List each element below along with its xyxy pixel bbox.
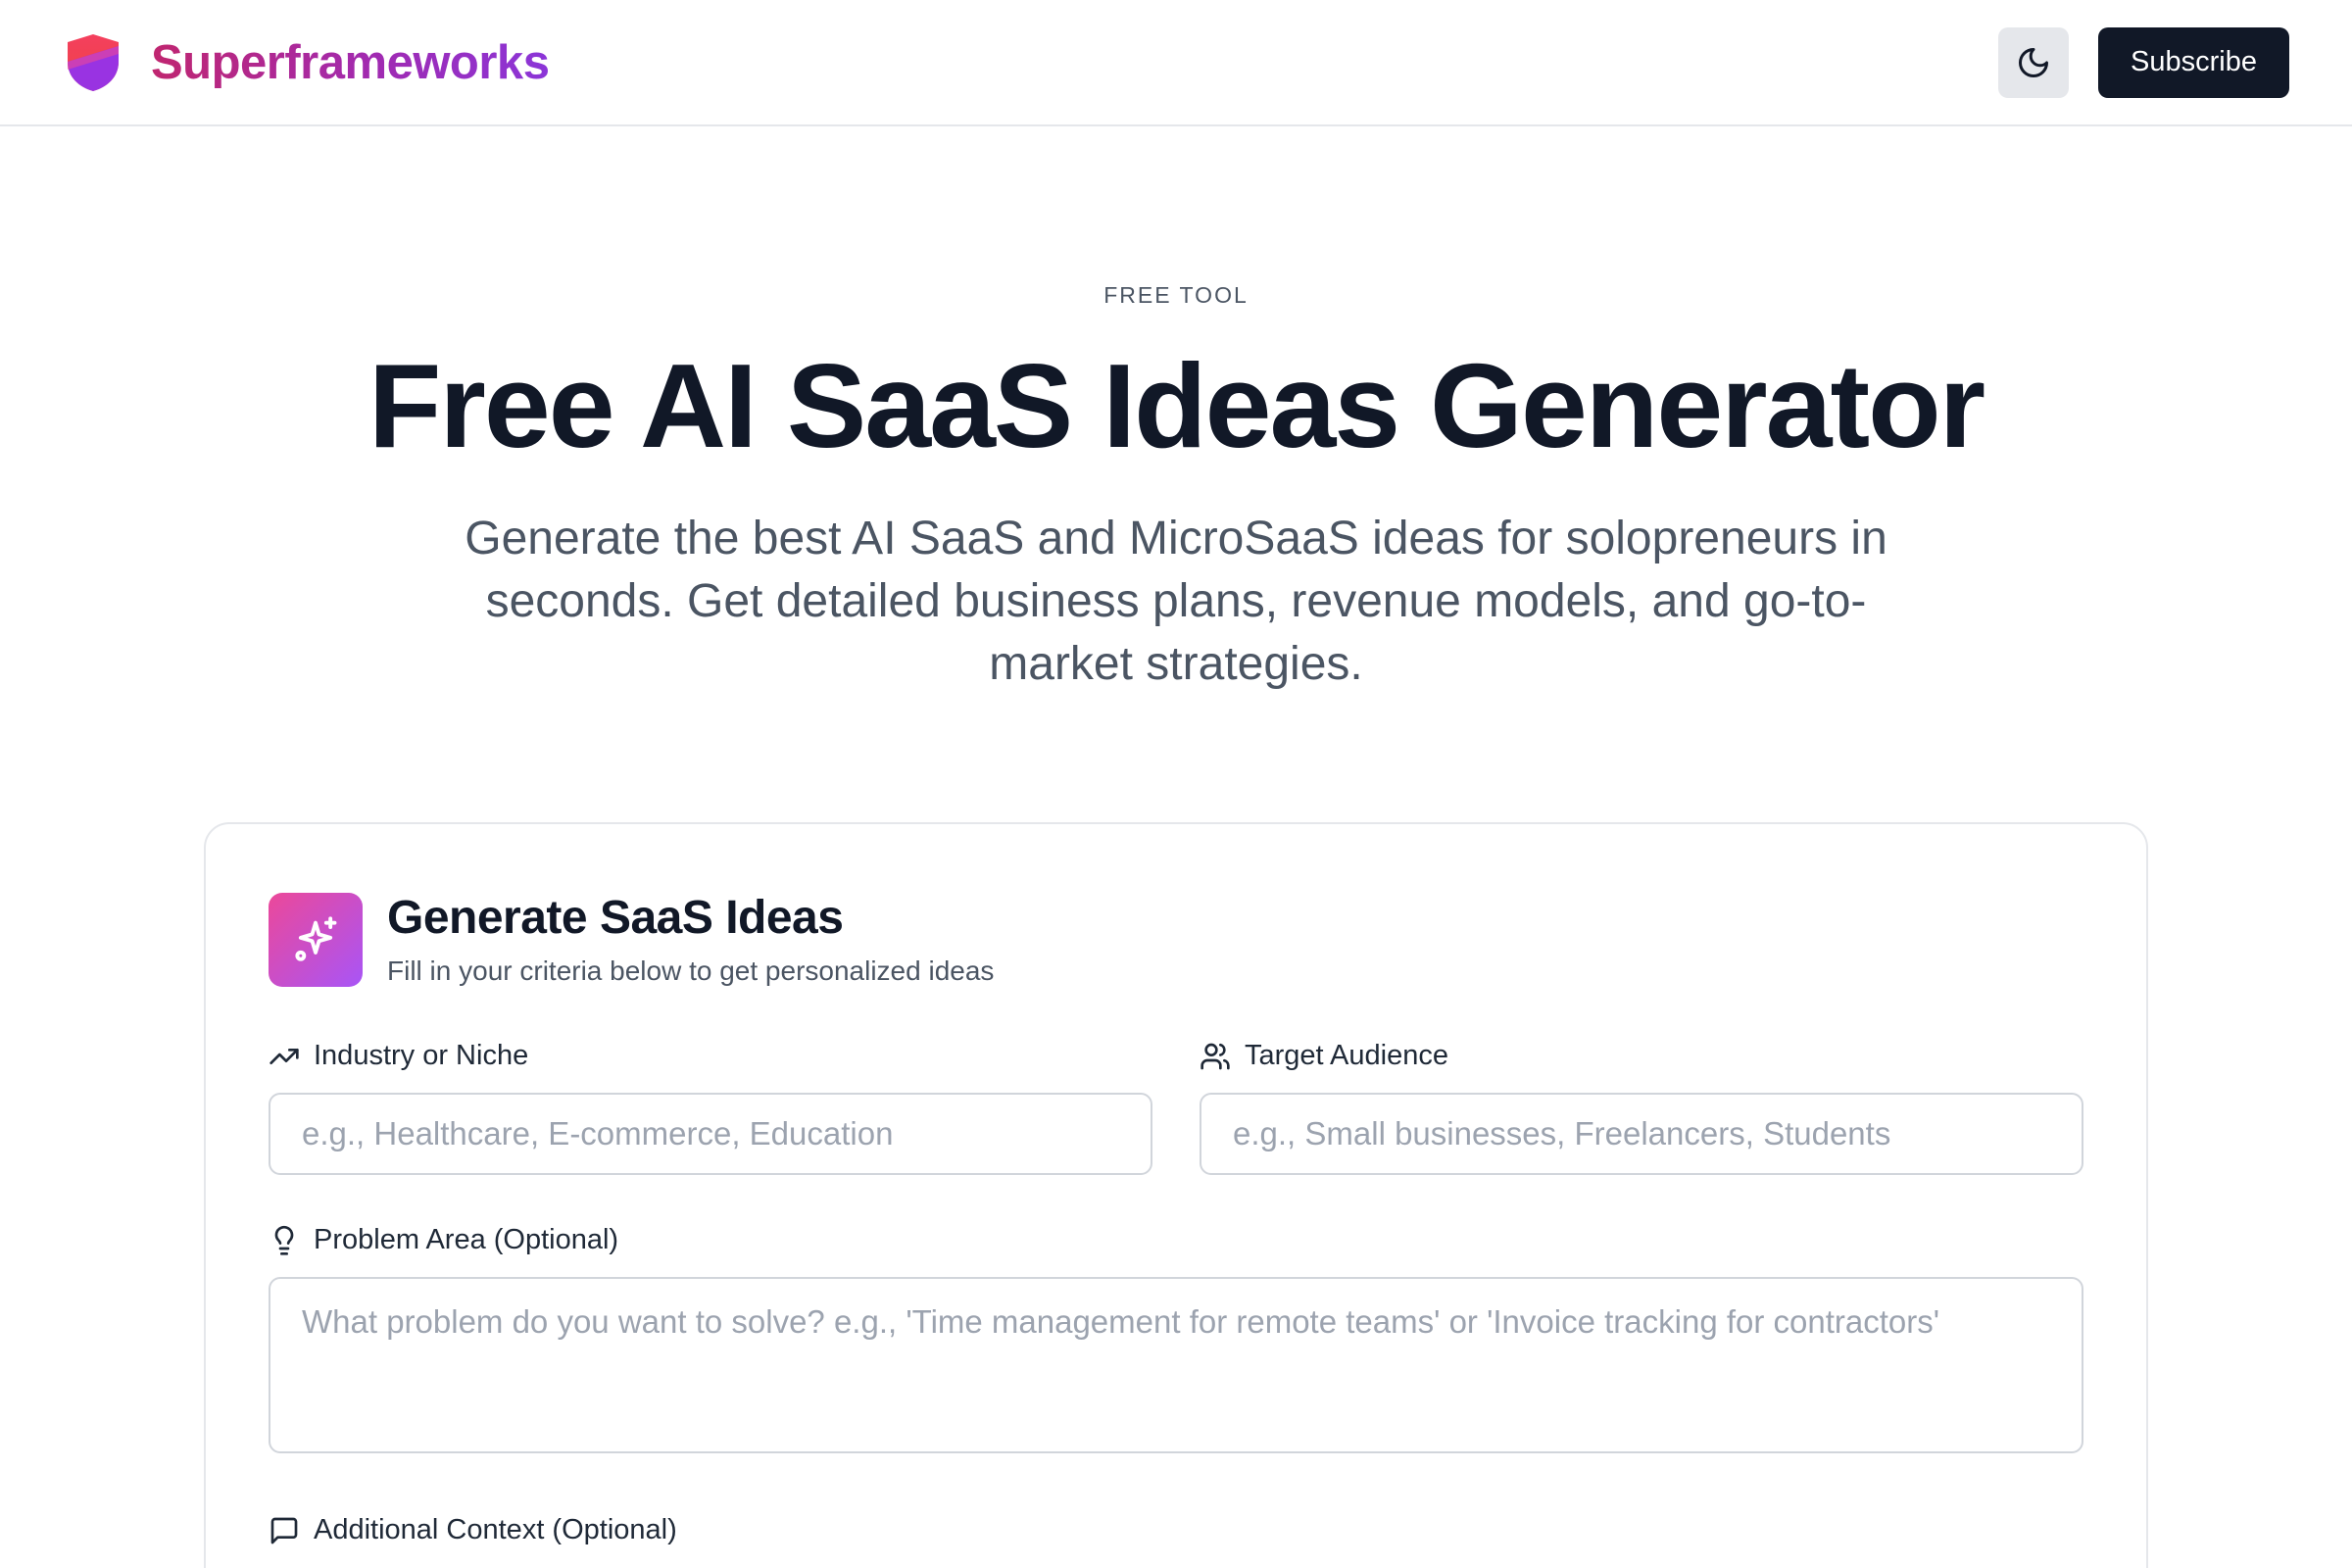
card-icon-badge [269,893,363,987]
users-icon [1200,1043,1230,1069]
audience-label-text: Target Audience [1245,1040,1448,1071]
message-square-icon [270,1517,298,1544]
header-actions: Subscribe [1998,26,2289,98]
moon-icon [2019,47,2049,77]
problem-label: Problem Area (Optional) [269,1224,618,1256]
sparkles-icon [295,916,337,961]
shield-logo-icon [68,33,119,91]
lightbulb-icon [274,1225,294,1255]
trending-up-icon [270,1048,299,1064]
eyebrow-label: FREE TOOL [1103,282,1249,308]
generator-form-card: Generate SaaS Ideas Fill in your criteri… [204,822,2148,1568]
card-title: Generate SaaS Ideas [387,892,844,944]
theme-toggle-button[interactable] [1998,26,2070,98]
brand-link[interactable]: Superframeworks [65,32,550,93]
page-subtitle: Generate the best AI SaaS and MicroSaaS … [465,513,1887,690]
top-navbar: Superframeworks Subscribe [0,0,2352,126]
audience-input[interactable] [1200,1093,2083,1175]
problem-textarea[interactable] [269,1277,2083,1453]
context-label-text: Additional Context (Optional) [314,1514,677,1545]
context-label: Additional Context (Optional) [269,1514,677,1546]
industry-label-text: Industry or Niche [314,1040,529,1071]
industry-label: Industry or Niche [269,1040,528,1072]
industry-input[interactable] [269,1093,1152,1175]
card-subtitle: Fill in your criteria below to get perso… [387,956,995,986]
page-title: Free AI SaaS Ideas Generator [368,339,1985,472]
page: Superframeworks Subscribe FREE TOOL Free… [0,0,2352,1568]
subscribe-button[interactable]: Subscribe [2098,26,2289,98]
brand-name: Superframeworks [151,35,550,89]
problem-label-text: Problem Area (Optional) [314,1224,619,1255]
audience-label: Target Audience [1200,1040,1448,1072]
